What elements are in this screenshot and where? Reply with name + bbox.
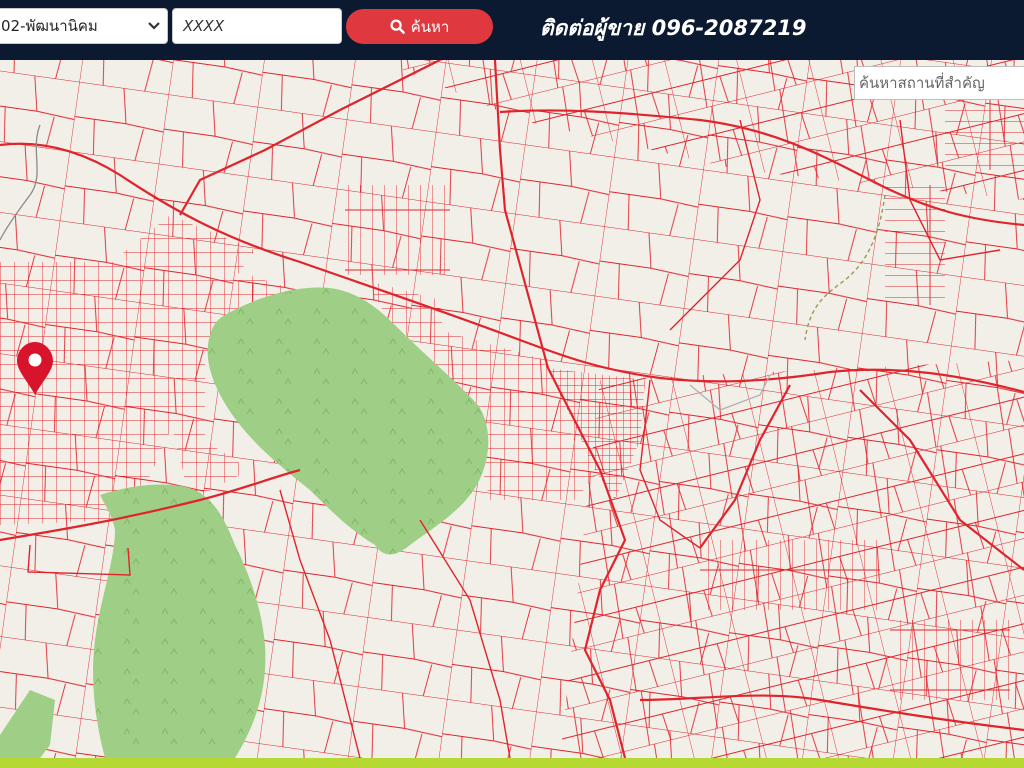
parcel-number-input[interactable] (172, 8, 342, 44)
district-select[interactable]: 02-พัฒนานิคม (0, 8, 168, 44)
bottom-strip (0, 758, 1024, 768)
land-parcel-map[interactable] (0, 60, 1024, 758)
search-icon (390, 19, 405, 34)
search-button[interactable]: ค้นหา (346, 9, 493, 44)
strip-parcels-south (700, 540, 880, 610)
strip-parcels-southeast (890, 620, 1010, 700)
strip-parcels-northeast (945, 100, 1024, 170)
strip-parcels-east (885, 185, 945, 305)
district-select-value: 02-พัฒนานิคม (1, 17, 98, 35)
top-bar: 02-พัฒนานิคม ค้นหา ติดต่อผู้ขาย 096-2087… (0, 0, 1024, 60)
place-search-input[interactable] (854, 66, 1024, 100)
search-button-label: ค้นหา (410, 17, 450, 36)
seller-contact-text: ติดต่อผู้ขาย 096-2087219 (540, 16, 807, 40)
strip-parcels-north (345, 185, 450, 275)
chevron-down-icon (148, 22, 160, 30)
